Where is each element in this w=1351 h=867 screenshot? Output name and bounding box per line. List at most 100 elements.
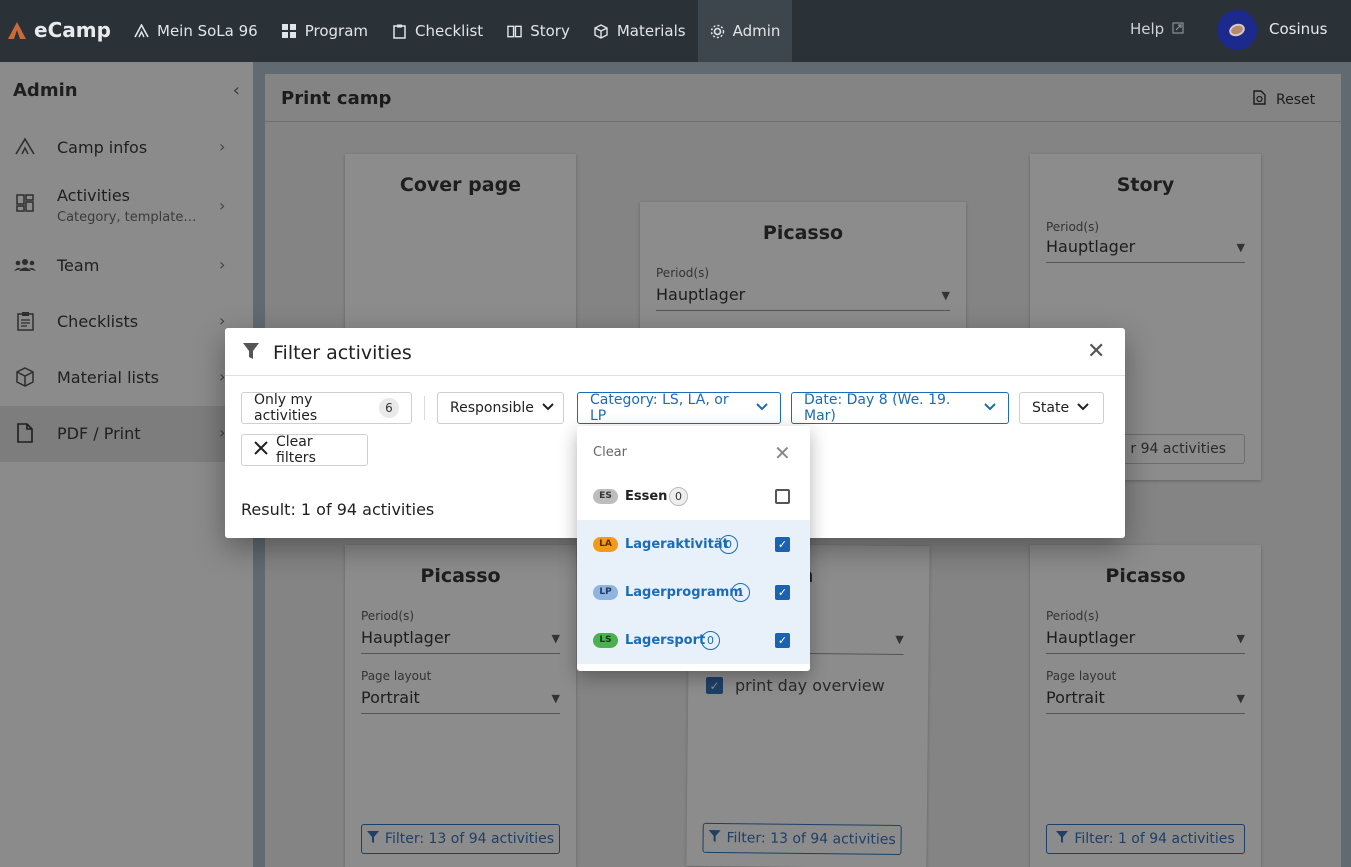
nav-checklist[interactable]: Checklist (380, 0, 495, 62)
cube-icon (14, 367, 36, 392)
sidebar-title: Admin (13, 80, 78, 101)
only-my-activities-chip[interactable]: Only my activities 6 (241, 392, 412, 424)
filter-label: Filter: 13 of 94 activities (384, 831, 555, 847)
category-label: Lagerprogramm (625, 584, 743, 600)
nav-label: Materials (616, 22, 686, 40)
nav-program[interactable]: Program (270, 0, 380, 62)
nav-materials[interactable]: Materials (582, 0, 698, 62)
people-icon (14, 257, 36, 277)
print-config-picasso: Picasso Period(s) Hauptlager ▼ (640, 202, 966, 342)
nav-camp[interactable]: Mein SoLa 96 (122, 0, 270, 62)
layout-label: Page layout (361, 669, 432, 683)
category-count: 0 (719, 534, 738, 554)
filter-button[interactable]: Filter: 13 of 94 activities (361, 824, 560, 854)
period-select[interactable]: Hauptlager ▼ (656, 285, 950, 311)
nav-admin[interactable]: Admin (697, 0, 793, 62)
date-filter[interactable]: Date: Day 8 (We. 19. Mar) (791, 392, 1009, 424)
layout-select[interactable]: Portrait ▼ (361, 688, 560, 714)
reset-label: Reset (1276, 91, 1316, 108)
period-label: Period(s) (656, 266, 710, 280)
chevron-down-icon (1077, 402, 1089, 414)
dialog-title: Filter activities (273, 342, 412, 364)
responsible-filter[interactable]: Responsible (437, 392, 564, 424)
print-config-picasso: Picasso Period(s) Hauptlager ▼ Page layo… (345, 545, 576, 867)
external-link-icon (1172, 20, 1184, 38)
help-label: Help (1130, 20, 1165, 38)
category-tag: ES (593, 488, 618, 504)
reset-button[interactable]: Reset (1253, 90, 1315, 109)
sidebar-item-sublabel: Category, template… (57, 210, 197, 225)
checkbox-checked-icon[interactable]: ✓ (775, 632, 790, 648)
sidebar-item-label: PDF / Print (57, 424, 141, 443)
sidebar-item-material-lists[interactable]: Material lists › (0, 350, 253, 406)
sidebar-item-activities[interactable]: Activities Category, template… › (0, 176, 253, 238)
layout-select[interactable]: Portrait ▼ (1046, 688, 1245, 714)
close-icon (254, 441, 268, 459)
chevron-down-icon (542, 402, 554, 414)
top-app-bar: eCamp Mein SoLa 96 Program Checklist Sto… (0, 0, 1351, 62)
document-icon (14, 423, 36, 448)
close-icon[interactable]: ✕ (774, 441, 791, 465)
user-avatar[interactable] (1217, 10, 1257, 50)
tent-icon (134, 24, 149, 39)
state-filter[interactable]: State (1019, 392, 1104, 424)
filter-label: Filter: 13 of 94 activities (726, 830, 896, 848)
clear-categories-button[interactable]: Clear (593, 445, 627, 460)
day-overview-checkbox[interactable]: ✓ print day overview (706, 676, 885, 695)
caret-down-icon: ▼ (1236, 632, 1245, 645)
reset-icon (1253, 90, 1266, 109)
chevron-down-icon (756, 402, 768, 414)
clear-filters-button[interactable]: Clear filters (241, 434, 368, 466)
sidebar-item-pdf-print[interactable]: PDF / Print › (0, 406, 253, 462)
category-option[interactable]: LP Lagerprogramm 1 ✓ (577, 568, 810, 616)
category-option[interactable]: LS Lagersport 0 ✓ (577, 616, 810, 664)
checkbox-unchecked-icon[interactable] (775, 488, 790, 504)
period-select[interactable]: Hauptlager ▼ (361, 628, 560, 654)
chip-divider (424, 396, 425, 420)
chip-label: Only my activities (254, 392, 318, 424)
checkbox-checked-icon[interactable]: ✓ (775, 536, 790, 552)
period-select[interactable]: Hauptlager ▼ (1046, 628, 1245, 654)
chip-label: Responsible (450, 400, 534, 416)
close-icon[interactable]: ✕ (1087, 341, 1105, 363)
help-link[interactable]: Help (1130, 20, 1184, 38)
app-logo[interactable]: eCamp (6, 18, 111, 42)
category-count: 1 (731, 582, 750, 602)
category-option[interactable]: LA Lageraktivität 0 ✓ (577, 520, 810, 568)
user-name[interactable]: Cosinus (1269, 20, 1327, 38)
filter-icon (366, 831, 379, 847)
layout-value: Portrait (1046, 688, 1105, 707)
caret-down-icon: ▼ (551, 692, 560, 705)
collapse-sidebar-icon[interactable]: ‹ (233, 80, 240, 102)
sidebar-item-label: Material lists (57, 368, 159, 387)
app-name: eCamp (34, 18, 111, 42)
sidebar-item-label: Activities (57, 186, 130, 205)
chevron-right-icon: › (219, 137, 226, 156)
cube-icon (594, 23, 609, 39)
category-label: Essen (625, 488, 668, 504)
chevron-right-icon: › (219, 255, 226, 274)
gear-icon (710, 24, 725, 39)
category-filter[interactable]: Category: LS, LA, or LP (577, 392, 781, 424)
config-title: Picasso (420, 565, 501, 587)
period-select[interactable]: Hauptlager ▼ (1046, 237, 1245, 263)
sidebar-item-checklists[interactable]: Checklists › (0, 294, 253, 350)
config-title: Cover page (399, 174, 522, 196)
dialog-header: Filter activities ✕ (225, 328, 1125, 376)
nav-label: Program (304, 22, 369, 40)
category-tag: LS (593, 632, 618, 648)
category-dropdown-menu: Clear ✕ ES Essen 0 LA Lageraktivität 0 ✓… (577, 426, 810, 671)
filter-button[interactable]: Filter: 1 of 94 activities (1046, 824, 1245, 854)
period-label: Period(s) (361, 609, 415, 623)
filter-button[interactable]: Filter: 13 of 94 activities (702, 822, 902, 855)
result-text: Result: 1 of 94 activities (241, 500, 435, 519)
category-option[interactable]: ES Essen 0 (577, 472, 810, 520)
sidebar-item-camp-infos[interactable]: Camp infos › (0, 120, 253, 176)
sidebar-item-team[interactable]: Team › (0, 238, 253, 294)
sidebar-header: Admin ‹ (0, 62, 253, 120)
chip-label: State (1032, 400, 1070, 416)
checkbox-checked-icon[interactable]: ✓ (775, 584, 790, 600)
config-title: Picasso (1105, 565, 1186, 587)
chevron-right-icon: › (219, 196, 226, 215)
nav-story[interactable]: Story (495, 0, 582, 62)
